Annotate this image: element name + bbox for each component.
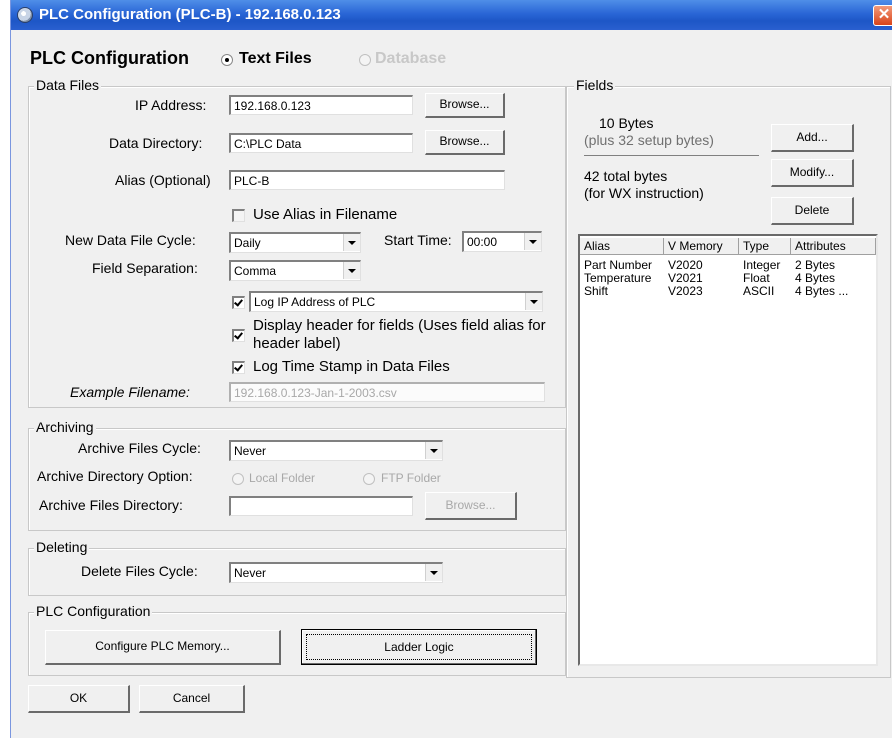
add-field-button[interactable]: Add...: [771, 124, 854, 152]
row-vmemory: V2020: [668, 258, 703, 272]
archive-cycle-select[interactable]: Never: [229, 440, 443, 461]
row-attributes: 2 Bytes: [795, 258, 836, 272]
log-ip-select[interactable]: Log IP Address of PLC: [249, 291, 543, 312]
delete-field-button[interactable]: Delete: [771, 197, 854, 225]
chevron-down-icon[interactable]: [425, 564, 442, 581]
chevron-down-icon[interactable]: [343, 262, 360, 279]
column-header-alias[interactable]: Alias: [580, 238, 664, 255]
delete-cycle-select[interactable]: Never: [229, 562, 443, 583]
chevron-down-icon[interactable]: [343, 234, 360, 251]
wx-note: (for WX instruction): [584, 185, 704, 201]
field-separation-select[interactable]: Comma: [229, 260, 361, 281]
use-alias-checkbox[interactable]: [232, 209, 245, 222]
fields-list[interactable]: Alias V Memory Type Attributes Part Numb…: [578, 234, 878, 666]
row-vmemory: V2023: [668, 284, 703, 298]
archive-cycle-value: Never: [234, 444, 267, 458]
field-separation-value: Comma: [234, 264, 277, 278]
row-type: Float: [743, 271, 770, 285]
log-time-checkbox[interactable]: [232, 361, 245, 374]
file-cycle-value: Daily: [234, 236, 261, 250]
column-header-type[interactable]: Type: [739, 238, 791, 255]
alias-label: Alias (Optional): [115, 172, 211, 188]
ip-address-input[interactable]: 192.168.0.123: [229, 95, 413, 115]
chevron-down-icon[interactable]: [425, 442, 442, 459]
modify-field-button[interactable]: Modify...: [771, 159, 854, 187]
text-files-label[interactable]: Text Files: [239, 50, 312, 68]
archive-dir-label: Archive Files Directory:: [39, 497, 183, 513]
ok-button[interactable]: OK: [28, 685, 130, 713]
archive-browse-button[interactable]: Browse...: [425, 492, 517, 520]
example-filename-field: 192.168.0.123-Jan-1-2003.csv: [229, 382, 545, 402]
display-header-label[interactable]: Display header for fields (Uses field al…: [253, 317, 553, 353]
use-alias-label[interactable]: Use Alias in Filename: [253, 206, 397, 223]
chevron-down-icon[interactable]: [524, 233, 541, 250]
archive-dir-input[interactable]: [229, 496, 413, 516]
chevron-down-icon[interactable]: [525, 293, 542, 310]
log-time-label[interactable]: Log Time Stamp in Data Files: [253, 358, 450, 375]
database-radio[interactable]: [359, 54, 371, 66]
configure-plc-memory-button[interactable]: Configure PLC Memory...: [45, 630, 281, 665]
bytes-separator: [584, 155, 759, 156]
close-button[interactable]: ✕: [873, 5, 892, 26]
database-label[interactable]: Database: [375, 50, 446, 68]
delete-cycle-label: Delete Files Cycle:: [81, 563, 198, 579]
title-bar[interactable]: PLC Configuration (PLC-B) - 192.168.0.12…: [11, 0, 892, 30]
start-time-label: Start Time:: [384, 232, 452, 248]
row-attributes: 4 Bytes ...: [795, 284, 849, 298]
data-directory-input[interactable]: C:\PLC Data: [229, 133, 413, 153]
bytes-count: 10 Bytes: [599, 115, 654, 131]
cancel-button[interactable]: Cancel: [139, 685, 245, 713]
data-directory-browse-button[interactable]: Browse...: [425, 130, 505, 155]
archive-cycle-label: Archive Files Cycle:: [78, 440, 201, 456]
focus-rect: [306, 634, 532, 660]
column-header-attributes[interactable]: Attributes: [791, 238, 876, 255]
ftp-folder-label[interactable]: FTP Folder: [381, 471, 441, 485]
local-folder-label[interactable]: Local Folder: [249, 471, 315, 485]
total-bytes: 42 total bytes: [584, 168, 668, 184]
local-folder-radio[interactable]: [232, 473, 244, 485]
alias-input[interactable]: PLC-B: [229, 170, 505, 190]
display-header-checkbox[interactable]: [232, 329, 245, 342]
window-title: PLC Configuration (PLC-B) - 192.168.0.12…: [39, 6, 341, 23]
column-header-vmemory[interactable]: V Memory: [664, 238, 739, 255]
file-cycle-select[interactable]: Daily: [229, 232, 361, 253]
example-filename-label: Example Filename:: [70, 384, 190, 400]
dialog-window: PLC Configuration (PLC-B) - 192.168.0.12…: [10, 0, 892, 738]
row-alias: Part Number: [584, 258, 653, 272]
start-time-value: 00:00: [467, 235, 498, 249]
data-directory-label: Data Directory:: [109, 135, 203, 151]
fields-group-label: Fields: [574, 77, 616, 93]
page-title: PLC Configuration: [30, 48, 189, 68]
row-alias: Shift: [584, 284, 609, 298]
ip-browse-button[interactable]: Browse...: [425, 93, 505, 118]
data-files-group-label: Data Files: [34, 77, 102, 93]
setup-bytes-note: (plus 32 setup bytes): [584, 132, 714, 148]
text-files-radio[interactable]: [221, 54, 233, 66]
ladder-logic-button[interactable]: Ladder Logic: [301, 629, 537, 665]
row-vmemory: V2021: [668, 271, 703, 285]
delete-cycle-value: Never: [234, 566, 267, 580]
archive-dir-option-label: Archive Directory Option:: [37, 468, 193, 484]
ip-address-label: IP Address:: [135, 97, 207, 113]
start-time-select[interactable]: 00:00: [462, 231, 542, 252]
row-type: Integer: [743, 258, 781, 272]
deleting-group-label: Deleting: [34, 539, 90, 555]
file-cycle-label: New Data File Cycle:: [65, 232, 196, 248]
app-icon: [17, 7, 33, 23]
plc-config-group-label: PLC Configuration: [34, 603, 153, 619]
archiving-group-label: Archiving: [34, 419, 96, 435]
field-separation-label: Field Separation:: [92, 260, 198, 276]
log-ip-checkbox[interactable]: [232, 296, 245, 309]
row-type: ASCII: [743, 284, 775, 298]
row-alias: Temperature: [584, 271, 652, 285]
row-attributes: 4 Bytes: [795, 271, 836, 285]
ftp-folder-radio[interactable]: [363, 473, 375, 485]
log-ip-value: Log IP Address of PLC: [254, 295, 376, 309]
